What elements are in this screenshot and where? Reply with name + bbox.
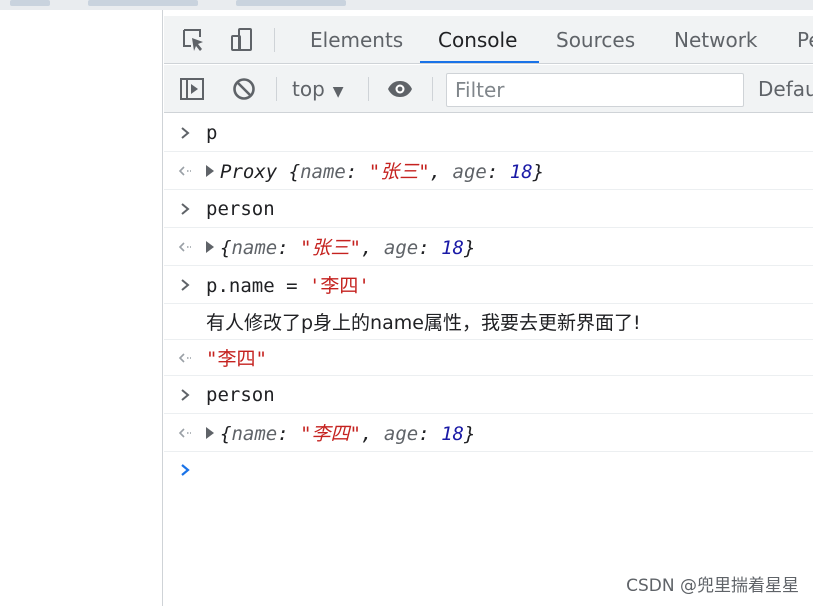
console-log-row: 有人修改了p身上的name属性，我要去更新界面了!: [164, 304, 813, 340]
object-preview[interactable]: {name: "张三", age: 18}: [206, 233, 813, 260]
watermark: CSDN @兜里揣着星星: [626, 576, 799, 596]
blurred-text: [88, 0, 198, 6]
prompt-chevron-icon: [164, 463, 206, 477]
devtools-tab-bar: Elements Console Sources Network Pe: [164, 16, 813, 64]
inspect-element-icon[interactable]: [180, 26, 208, 54]
tab-network[interactable]: Network: [674, 16, 758, 63]
chevron-right-icon: [164, 278, 206, 292]
devtools-panel: Elements Console Sources Network Pe top ▼: [164, 16, 813, 606]
browser-top-strip: [0, 0, 813, 10]
expand-triangle-icon[interactable]: [206, 426, 214, 439]
tab-elements[interactable]: Elements: [310, 16, 403, 63]
return-arrow-icon: [164, 241, 206, 253]
chevron-right-icon: [164, 126, 206, 140]
filter-input[interactable]: [446, 73, 744, 107]
execution-context-selector[interactable]: top ▼: [292, 65, 344, 112]
return-arrow-icon: [164, 165, 206, 177]
log-message: 有人修改了p身上的name属性，我要去更新界面了!: [206, 312, 641, 334]
object-preview[interactable]: Proxy {name: "张三", age: 18}: [206, 157, 813, 184]
page-viewport: [0, 10, 163, 606]
divider: [276, 77, 277, 101]
console-input-row: p.name = '李四': [164, 266, 813, 304]
return-arrow-icon: [164, 427, 206, 439]
blurred-text: [10, 0, 50, 6]
console-input-text: p: [206, 121, 218, 144]
tab-sources[interactable]: Sources: [556, 16, 635, 63]
expand-triangle-icon[interactable]: [206, 164, 214, 177]
console-toolbar: top ▼ Defau: [164, 65, 813, 113]
tab-performance[interactable]: Pe: [797, 16, 813, 63]
console-input-text: person: [206, 383, 275, 406]
chevron-right-icon: [164, 202, 206, 216]
clear-console-icon[interactable]: [230, 75, 258, 103]
expand-triangle-icon[interactable]: [206, 240, 214, 253]
blurred-text: [236, 0, 346, 6]
return-arrow-icon: [164, 352, 206, 364]
divider: [274, 28, 275, 52]
log-levels-dropdown[interactable]: Defau: [758, 65, 813, 112]
console-messages: p Proxy {name: "张三", age: 18} person {na…: [164, 114, 813, 606]
string-result: "李四": [206, 348, 267, 370]
tab-console[interactable]: Console: [419, 16, 540, 63]
console-result-row[interactable]: {name: "张三", age: 18}: [164, 228, 813, 266]
console-input-row: p: [164, 114, 813, 152]
console-input-text: p.name = '李四': [206, 275, 370, 297]
console-prompt-row[interactable]: [164, 452, 813, 488]
show-console-sidebar-icon[interactable]: [178, 75, 206, 103]
console-input-row: person: [164, 190, 813, 228]
console-input-row: person: [164, 376, 813, 414]
divider: [432, 77, 433, 101]
object-preview[interactable]: {name: "李四", age: 18}: [206, 419, 813, 446]
console-result-row[interactable]: {name: "李四", age: 18}: [164, 414, 813, 452]
device-toolbar-icon[interactable]: [228, 26, 256, 54]
divider: [368, 77, 369, 101]
dropdown-arrow-icon: ▼: [332, 84, 344, 100]
console-input-text: person: [206, 197, 275, 220]
chevron-right-icon: [164, 388, 206, 402]
live-expression-eye-icon[interactable]: [386, 75, 414, 103]
context-label: top: [292, 77, 325, 101]
console-result-row[interactable]: Proxy {name: "张三", age: 18}: [164, 152, 813, 190]
console-result-row: "李四": [164, 340, 813, 376]
